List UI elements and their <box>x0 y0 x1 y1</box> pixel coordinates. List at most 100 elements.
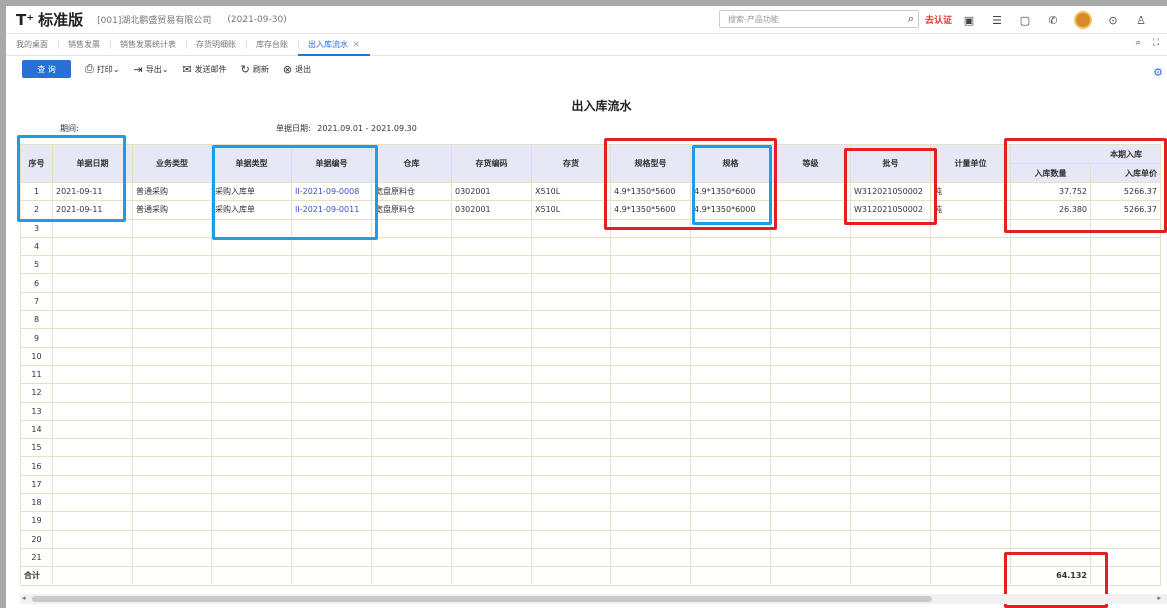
table-cell <box>211 529 292 549</box>
doc-number-link[interactable]: II-2021-09-0011 <box>291 200 372 220</box>
fullscreen-icon[interactable]: ⛶ <box>1153 38 1159 48</box>
table-cell <box>1090 493 1161 513</box>
table-cell <box>1010 218 1091 238</box>
table-cell <box>930 566 1011 586</box>
certify-link[interactable]: 去认证 <box>925 13 952 26</box>
scroll-left-icon[interactable]: ◂ <box>22 594 26 602</box>
help-icon[interactable]: ⊙ <box>1106 13 1120 27</box>
table-row[interactable]: 2 2021-09-11 普通采购 采购入库单 II-2021-09-0011 … <box>20 200 1161 220</box>
scroll-thumb[interactable] <box>32 596 932 602</box>
table-row[interactable]: 6 <box>20 273 1161 293</box>
doc-number-link[interactable]: II-2021-09-0008 <box>291 181 372 202</box>
table-cell <box>291 401 372 421</box>
col-header-model[interactable]: 规格型号 <box>610 144 691 183</box>
table-cell <box>211 547 292 568</box>
col-header-warehouse[interactable]: 仓库 <box>371 144 452 183</box>
mascot-icon[interactable] <box>1074 11 1092 29</box>
table-row[interactable]: 14 <box>20 419 1161 440</box>
col-header-in-qty[interactable]: 入库数量 <box>1010 163 1091 183</box>
phone-icon[interactable]: ✆ <box>1046 13 1060 27</box>
cell-seq: 13 <box>20 401 53 421</box>
table-cell <box>1090 419 1161 440</box>
table-row[interactable]: 17 <box>20 474 1161 495</box>
table-cell <box>930 364 1011 385</box>
table-cell <box>850 474 931 495</box>
table-row[interactable]: 18 <box>20 493 1161 513</box>
table-cell <box>770 438 851 458</box>
table-row[interactable]: 12 <box>20 383 1161 403</box>
company-name[interactable]: [001]湖北鹏盛贸易有限公司 <box>97 13 211 26</box>
table-cell <box>371 511 452 531</box>
tab-sales-invoice[interactable]: 销售发票 <box>58 34 110 56</box>
table-cell <box>1090 438 1161 458</box>
table-row[interactable]: 8 <box>20 310 1161 330</box>
col-header-unit[interactable]: 计量单位 <box>930 144 1011 183</box>
print-button[interactable]: ⎙ 打印 ⌄ <box>85 62 120 76</box>
table-cell <box>52 456 133 476</box>
table-row[interactable]: 13 <box>20 401 1161 421</box>
table-row[interactable]: 10 <box>20 346 1161 366</box>
export-button[interactable]: ⇥ 导出 ⌄ <box>134 63 169 76</box>
table-row[interactable]: 21 <box>20 547 1161 568</box>
tab-my-desktop[interactable]: 我的桌面 <box>6 34 58 56</box>
send-email-button[interactable]: ✉ 发送邮件 <box>182 63 226 76</box>
table-row[interactable]: 3 <box>20 218 1161 238</box>
table-cell <box>52 438 133 458</box>
col-header-item[interactable]: 存货 <box>531 144 611 183</box>
table-row[interactable]: 19 <box>20 511 1161 531</box>
search-icon[interactable]: ⌕ <box>908 12 914 26</box>
table-body: 1 2021-09-11 普通采购 采购入库单 II-2021-09-0008 … <box>20 181 1161 586</box>
horizontal-scrollbar[interactable]: ◂ ▸ <box>20 594 1167 604</box>
table-cell <box>770 255 851 275</box>
table-row[interactable]: 16 <box>20 456 1161 476</box>
app-window: T⁺ 标准版 [001]湖北鹏盛贸易有限公司 (2021-09-30) 搜索-产… <box>6 6 1167 608</box>
col-header-date[interactable]: 单据日期 <box>52 144 133 183</box>
table-cell <box>770 566 851 586</box>
table-row[interactable]: 20 <box>20 529 1161 549</box>
tab-inventory-detail[interactable]: 存货明细账 <box>186 34 246 56</box>
col-header-in-price[interactable]: 入库单价 <box>1090 163 1161 183</box>
col-header-grade[interactable]: 等级 <box>770 144 851 183</box>
table-row[interactable]: 11 <box>20 364 1161 385</box>
table-cell <box>211 456 292 476</box>
table-cell <box>211 291 292 312</box>
table-row[interactable]: 7 <box>20 291 1161 312</box>
col-header-biz-type[interactable]: 业务类型 <box>132 144 212 183</box>
table-row[interactable]: 4 <box>20 236 1161 257</box>
date-filter: 单据日期: 2021.09.01 - 2021.09.30 <box>276 123 417 134</box>
export-icon: ⇥ <box>133 62 143 76</box>
table-cell <box>531 291 611 312</box>
gear-icon[interactable]: ⚙ <box>1153 66 1163 79</box>
task-list-icon[interactable]: ☰ <box>990 13 1004 27</box>
search-input[interactable]: 搜索-产品功能 ⌕ <box>719 10 919 28</box>
table-cell <box>211 255 292 275</box>
exit-button[interactable]: ⊗ 退出 <box>283 63 311 76</box>
table-cell <box>132 529 212 549</box>
table-row[interactable]: 1 2021-09-11 普通采购 采购入库单 II-2021-09-0008 … <box>20 181 1161 202</box>
tab-sales-invoice-stats[interactable]: 销售发票统计表 <box>110 34 186 56</box>
table-cell <box>690 273 771 293</box>
tab-inout-flow[interactable]: 出入库流水 ✕ <box>298 34 370 56</box>
refresh-button[interactable]: ↻ 刷新 <box>241 63 269 76</box>
col-header-batch[interactable]: 批号 <box>850 144 931 183</box>
col-header-item-code[interactable]: 存货编码 <box>451 144 532 183</box>
col-header-doc-no[interactable]: 单据编号 <box>291 144 372 183</box>
scroll-right-icon[interactable]: ▸ <box>1157 594 1161 602</box>
table-cell <box>371 236 452 257</box>
user-icon[interactable]: ♙ <box>1134 13 1148 27</box>
calculator-icon[interactable]: ▣ <box>962 13 976 27</box>
close-icon[interactable]: ✕ <box>353 40 360 49</box>
col-header-seq[interactable]: 序号 <box>20 144 53 183</box>
message-icon[interactable]: ▢ <box>1018 13 1032 27</box>
table-cell <box>531 419 611 440</box>
cell-in-price: 5266.37 <box>1090 200 1161 220</box>
table-row[interactable]: 9 <box>20 328 1161 348</box>
tab-stock-ledger[interactable]: 库存台账 <box>246 34 298 56</box>
table-row[interactable]: 5 <box>20 255 1161 275</box>
search-icon[interactable]: ⌕ <box>1136 38 1141 48</box>
table-cell <box>1090 364 1161 385</box>
col-header-doc-type[interactable]: 单据类型 <box>211 144 292 183</box>
col-header-spec[interactable]: 规格 <box>690 144 771 183</box>
query-button[interactable]: 查 询 <box>22 60 71 78</box>
table-row[interactable]: 15 <box>20 438 1161 458</box>
